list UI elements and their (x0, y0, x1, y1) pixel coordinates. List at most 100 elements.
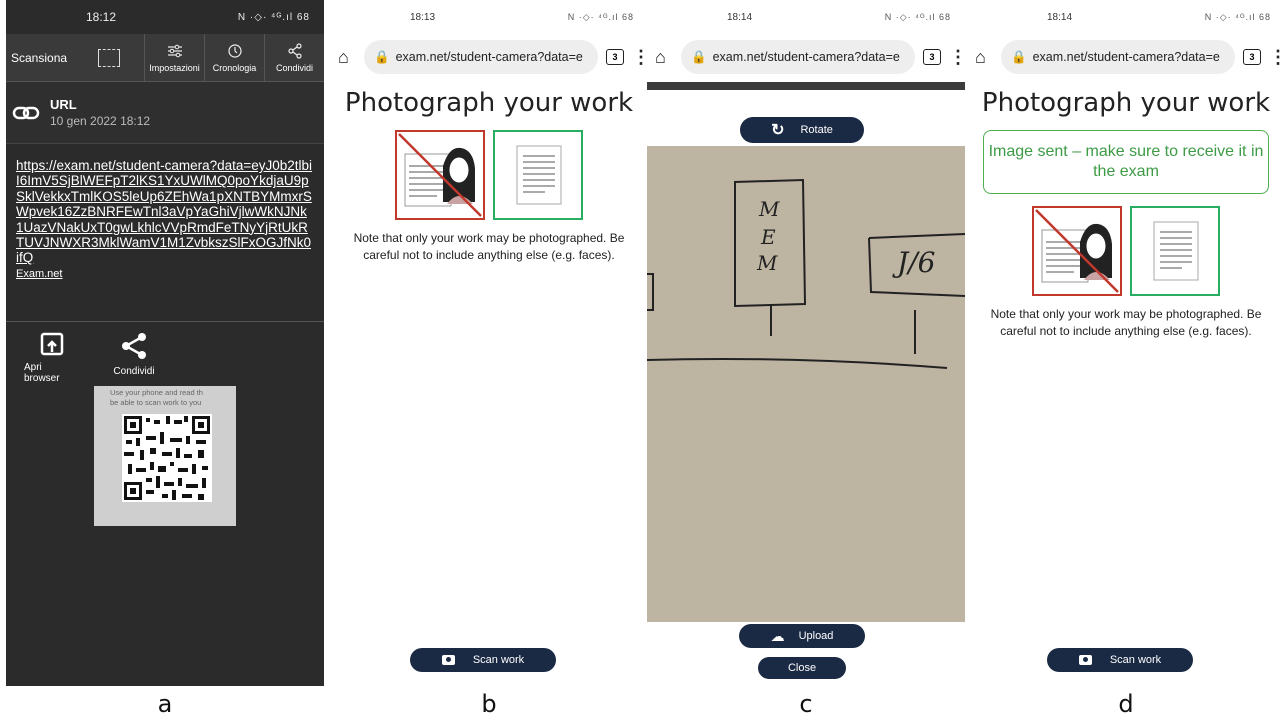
qr-image-text: Use your phone and read th be able to sc… (110, 388, 203, 407)
menu-dots-icon[interactable]: ⋮ (1269, 47, 1285, 68)
scanned-qr-image: Use your phone and read th be able to sc… (94, 386, 236, 526)
result-header: URL 10 gen 2022 18:12 (6, 82, 324, 144)
status-time: 18:12 (86, 10, 117, 24)
cloud-upload-icon: ☁ (770, 627, 785, 644)
share-icon (287, 42, 302, 59)
browser-bar: ⌂ 🔒 exam.net/student-camera?data=e 3 ⋮ (330, 34, 648, 80)
handwriting-m: M (758, 197, 780, 221)
handwriting-e: E (760, 225, 776, 249)
not-allowed-example (395, 130, 485, 220)
upload-button[interactable]: ☁ Upload (739, 624, 865, 648)
home-icon[interactable]: ⌂ (655, 47, 673, 68)
status-icons: N ·◇· ⁴ᴳ.ıl 68 (237, 11, 310, 23)
address-text: exam.net/student-camera?data=e (1032, 50, 1220, 64)
address-bar[interactable]: 🔒 exam.net/student-camera?data=e (1001, 40, 1235, 74)
result-date: 10 gen 2022 18:12 (50, 114, 151, 128)
sliders-icon (167, 44, 182, 57)
scanner-toolbar: Scansiona Impostazioni Cronologia Condiv… (6, 34, 324, 82)
panel-c-camera-preview: 18:14 N ·◇· ⁴ᴳ.ıl 68 ⌂ 🔒 exam.net/studen… (647, 0, 965, 686)
tab-switcher-button[interactable]: 3 (606, 49, 624, 65)
menu-dots-icon[interactable]: ⋮ (632, 47, 648, 68)
source-link[interactable]: Exam.net (16, 268, 314, 280)
camera-top-bar (647, 82, 965, 90)
handwriting-m2: M (756, 251, 778, 275)
result-body: https://exam.net/student-camera?data=eyJ… (6, 144, 324, 322)
share-icon (122, 333, 146, 359)
status-bar: 18:14 N ·◇· ⁴ᴳ.ıl 68 (967, 0, 1285, 34)
not-allowed-example (1032, 206, 1122, 296)
share-result-label: Condividi (113, 366, 155, 377)
page-title: Photograph your work (344, 88, 634, 118)
upload-label: Upload (798, 630, 834, 642)
close-button[interactable]: Close (758, 657, 846, 679)
share-result-button[interactable]: Condividi (106, 332, 162, 384)
caption-d: d (1118, 690, 1134, 718)
allowed-example (1130, 206, 1220, 296)
image-sent-message: Image sent – make sure to receive it in … (983, 130, 1269, 194)
address-text: exam.net/student-camera?data=e (395, 50, 583, 64)
caption-c: c (799, 690, 813, 718)
tab-switcher-button[interactable]: 3 (1243, 49, 1261, 65)
settings-label: Impostazioni (149, 62, 200, 73)
status-bar: 18:13 N ·◇· ⁴ᴳ.ıl 68 (330, 0, 648, 34)
document-icon (516, 145, 562, 205)
settings-button[interactable]: Impostazioni (144, 34, 204, 81)
status-bar: 18:12 N ·◇· ⁴ᴳ.ıl 68 (6, 0, 324, 34)
example-illustrations (967, 206, 1285, 296)
menu-dots-icon[interactable]: ⋮ (949, 47, 965, 68)
status-time: 18:13 (410, 11, 436, 23)
history-button[interactable]: Cronologia (204, 34, 264, 81)
lock-icon: 🔒 (1011, 49, 1027, 64)
scan-frame-icon[interactable] (74, 34, 144, 81)
rotate-icon: ↻ (771, 122, 785, 139)
captured-photo: M E M J/6 (647, 146, 965, 622)
scanned-url-link[interactable]: https://exam.net/student-camera?data=eyJ… (16, 158, 314, 266)
scan-tab[interactable]: Scansiona (6, 34, 74, 81)
open-browser-button[interactable]: Apri browser (24, 332, 80, 384)
tab-switcher-button[interactable]: 3 (923, 49, 941, 65)
camera-icon (441, 655, 455, 665)
address-bar[interactable]: 🔒 exam.net/student-camera?data=e (364, 40, 598, 74)
status-bar: 18:14 N ·◇· ⁴ᴳ.ıl 68 (647, 0, 965, 34)
example-illustrations (330, 130, 648, 220)
face-crossed-icon (1035, 209, 1119, 293)
history-label: Cronologia (212, 62, 257, 73)
share-toolbar-button[interactable]: Condividi (264, 34, 324, 81)
history-icon (227, 43, 242, 58)
warning-note: Note that only your work may be photogra… (990, 307, 1262, 338)
warning-note: Note that only your work may be photogra… (353, 231, 625, 262)
result-actions: Apri browser Condividi (6, 322, 324, 384)
open-browser-label: Apri browser (24, 362, 60, 384)
panel-a-qr-scanner: 18:12 N ·◇· ⁴ᴳ.ıl 68 Scansiona Impostazi… (6, 0, 324, 686)
rotate-button[interactable]: ↻ Rotate (740, 117, 864, 143)
lock-icon: 🔒 (374, 49, 390, 64)
document-icon (1153, 221, 1199, 281)
browser-bar: ⌂ 🔒 exam.net/student-camera?data=e 3 ⋮ (647, 34, 965, 80)
lock-icon: 🔒 (691, 49, 707, 64)
scan-work-label: Scan work (472, 654, 525, 666)
address-bar[interactable]: 🔒 exam.net/student-camera?data=e (681, 40, 915, 74)
page-title: Photograph your work (981, 88, 1271, 118)
allowed-example (493, 130, 583, 220)
scan-work-label: Scan work (1109, 654, 1162, 666)
panel-b-photograph-page: 18:13 N ·◇· ⁴ᴳ.ıl 68 ⌂ 🔒 exam.net/studen… (330, 0, 648, 686)
panel-d-image-sent: 18:14 N ·◇· ⁴ᴳ.ıl 68 ⌂ 🔒 exam.net/studen… (967, 0, 1285, 686)
status-icons: N ·◇· ⁴ᴳ.ıl 68 (567, 11, 634, 22)
caption-b: b (481, 690, 497, 718)
scan-work-button[interactable]: Scan work (1047, 648, 1193, 672)
address-text: exam.net/student-camera?data=e (712, 50, 900, 64)
home-icon[interactable]: ⌂ (338, 47, 356, 68)
rotate-label: Rotate (800, 124, 833, 136)
face-crossed-icon (398, 133, 482, 217)
qr-code (122, 414, 212, 502)
caption-a: a (157, 690, 173, 718)
status-time: 18:14 (1047, 11, 1073, 23)
link-icon (12, 106, 40, 119)
status-time: 18:14 (727, 11, 753, 23)
camera-icon (1078, 655, 1092, 665)
home-icon[interactable]: ⌂ (975, 47, 993, 68)
browser-bar: ⌂ 🔒 exam.net/student-camera?data=e 3 ⋮ (967, 34, 1285, 80)
scan-work-button[interactable]: Scan work (410, 648, 556, 672)
status-icons: N ·◇· ⁴ᴳ.ıl 68 (1204, 11, 1271, 22)
share-label: Condividi (275, 62, 314, 73)
